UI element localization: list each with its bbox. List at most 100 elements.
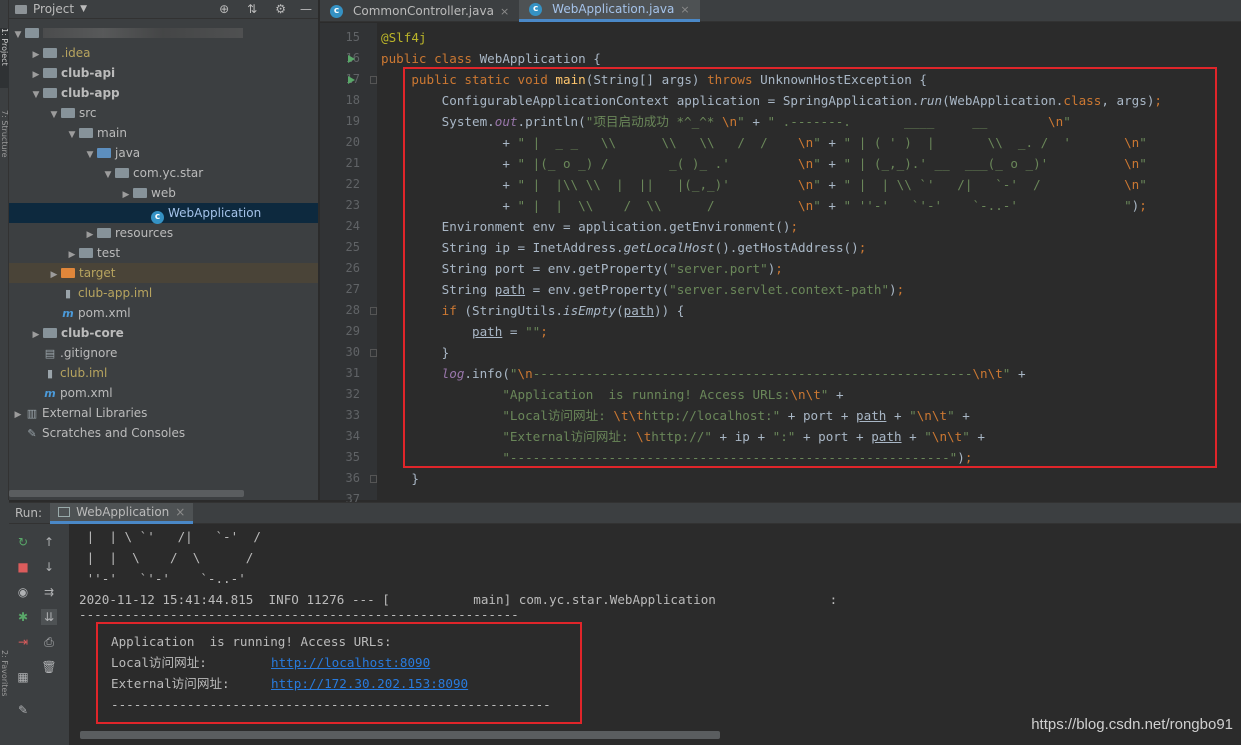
line-number: 33	[345, 408, 360, 422]
tree-item-label: java	[115, 146, 141, 160]
close-icon[interactable]: ×	[680, 0, 689, 20]
folder-icon	[97, 228, 111, 238]
chevron-down-icon[interactable]: ▼	[80, 4, 87, 14]
scratch-icon: ✎	[27, 427, 37, 440]
tree-item[interactable]: ▼ main	[9, 123, 318, 143]
run-gutter-icon[interactable]	[348, 55, 355, 63]
line-number: 25	[345, 240, 360, 254]
chevron-right-icon[interactable]: ▶	[121, 185, 131, 205]
debug-icon[interactable]: ✱	[15, 609, 31, 625]
tree-item[interactable]: ▶ club-core	[9, 323, 318, 343]
line-number: 36	[345, 471, 360, 485]
tree-item[interactable]: ▶ club-api	[9, 63, 318, 83]
exit-icon[interactable]: ⇥	[15, 634, 31, 650]
chevron-right-icon[interactable]: ▶	[31, 325, 41, 345]
tree-item[interactable]: ▶ ▥ External Libraries	[9, 403, 318, 423]
console-log-line: 2020-11-12 15:41:44.815 INFO 11276 --- […	[79, 592, 838, 607]
chevron-right-icon[interactable]: ▶	[49, 265, 59, 285]
tab-label: CommonController.java	[353, 3, 494, 18]
tree-item[interactable]: ▼ java	[9, 143, 318, 163]
tree-item[interactable]: ▮ club-app.iml	[9, 283, 318, 303]
tree-item[interactable]: m pom.xml	[9, 303, 318, 323]
console-line: | | \ `' /| `-' /	[79, 529, 261, 544]
folder-icon	[79, 128, 93, 138]
close-icon[interactable]: ×	[500, 1, 509, 22]
folder-icon	[43, 68, 57, 78]
code-line: }	[381, 471, 419, 486]
line-number: 34	[345, 429, 360, 443]
project-horizontal-scrollbar[interactable]	[9, 490, 244, 497]
layout-icon[interactable]: ▦	[15, 669, 31, 685]
chevron-right-icon[interactable]: ▶	[85, 225, 95, 245]
rerun-icon[interactable]: ↻	[15, 534, 31, 550]
project-panel-title[interactable]: Project	[33, 2, 74, 16]
close-icon[interactable]: ×	[175, 505, 185, 519]
chevron-right-icon[interactable]: ▶	[67, 245, 77, 265]
camera-icon[interactable]: ◉	[15, 584, 31, 600]
down-arrow-icon[interactable]: ↓	[41, 559, 57, 575]
chevron-right-icon[interactable]: ▶	[31, 65, 41, 85]
tree-item[interactable]: ✎ Scratches and Consoles	[9, 423, 318, 443]
print-icon[interactable]: ⎙	[41, 634, 57, 650]
chevron-right-icon[interactable]: ▶	[13, 405, 23, 425]
tree-item[interactable]: ▶ resources	[9, 223, 318, 243]
structure-tool-tab[interactable]: 7: Structure	[0, 110, 9, 180]
fold-marker-icon[interactable]	[370, 349, 377, 357]
chevron-down-icon[interactable]: ▼	[103, 165, 113, 185]
tree-item[interactable]: ▶ target	[9, 263, 318, 283]
tree-item[interactable]: ▶ .idea	[9, 43, 318, 63]
chevron-down-icon[interactable]: ▼	[49, 105, 59, 125]
chevron-down-icon[interactable]: ▼	[13, 25, 23, 45]
soft-wrap-icon[interactable]: ⇉	[41, 584, 57, 600]
pin-icon[interactable]: ✎	[15, 702, 31, 718]
hide-icon[interactable]: —	[300, 2, 312, 16]
folder-icon	[133, 188, 147, 198]
tree-item[interactable]: ▼ com.yc.star	[9, 163, 318, 183]
line-number: 19	[345, 114, 360, 128]
folder-icon	[97, 148, 111, 158]
folder-icon	[25, 28, 39, 38]
stop-icon[interactable]: ■	[15, 559, 31, 575]
tree-item[interactable]: ▶ web	[9, 183, 318, 203]
run-tab-web-application[interactable]: WebApplication ×	[50, 502, 194, 524]
fold-marker-icon[interactable]	[370, 307, 377, 315]
tree-item[interactable]: ▤ .gitignore	[9, 343, 318, 363]
favorites-tool-tab[interactable]: 2: Favorites	[0, 650, 9, 710]
tab-web-application[interactable]: c WebApplication.java ×	[519, 0, 700, 22]
module-file-icon: ▮	[64, 287, 72, 300]
chevron-down-icon[interactable]: ▼	[85, 145, 95, 165]
fold-marker-icon[interactable]	[370, 475, 377, 483]
chevron-right-icon[interactable]: ▶	[31, 45, 41, 65]
gear-icon[interactable]: ⚙	[275, 2, 286, 16]
tree-item[interactable]: m pom.xml	[9, 383, 318, 403]
line-number: 31	[345, 366, 360, 380]
project-tool-tab[interactable]: 1: Project	[0, 28, 9, 88]
chevron-down-icon[interactable]: ▼	[31, 85, 41, 105]
run-gutter-icon[interactable]	[348, 76, 355, 84]
tree-item[interactable]: ▼ club-app	[9, 83, 318, 103]
line-number: 20	[345, 135, 360, 149]
up-arrow-icon[interactable]: ↑	[41, 534, 57, 550]
project-view-icon	[15, 4, 27, 14]
console-highlight-box	[96, 622, 582, 724]
project-panel: Project ▼ ⊕ ⇅ ⚙ — ▼ ▶ .idea ▶ club-api ▼ club-…	[9, 0, 318, 500]
tree-item-label: .gitignore	[60, 346, 118, 360]
locate-icon[interactable]: ⊕	[219, 2, 229, 16]
left-tool-strip-bottom: 2: Favorites	[0, 500, 9, 745]
code-line: public class WebApplication {	[381, 51, 601, 66]
line-number: 24	[345, 219, 360, 233]
console-horizontal-scrollbar[interactable]	[80, 731, 720, 739]
trash-icon[interactable]: 🗑	[41, 659, 57, 675]
maven-icon: m	[44, 387, 56, 400]
chevron-down-icon[interactable]: ▼	[67, 125, 77, 145]
tab-common-controller[interactable]: c CommonController.java ×	[320, 0, 519, 22]
folder-icon	[61, 108, 75, 118]
tree-item[interactable]: c WebApplication	[9, 203, 318, 224]
tree-item[interactable]: ▮ club.iml	[9, 363, 318, 383]
tree-item[interactable]: ▼	[9, 23, 318, 43]
scroll-to-end-icon[interactable]: ⇊	[41, 609, 57, 625]
tree-item[interactable]: ▶ test	[9, 243, 318, 263]
fold-marker-icon[interactable]	[370, 76, 377, 84]
tree-item[interactable]: ▼ src	[9, 103, 318, 123]
collapse-all-icon[interactable]: ⇅	[247, 2, 257, 16]
